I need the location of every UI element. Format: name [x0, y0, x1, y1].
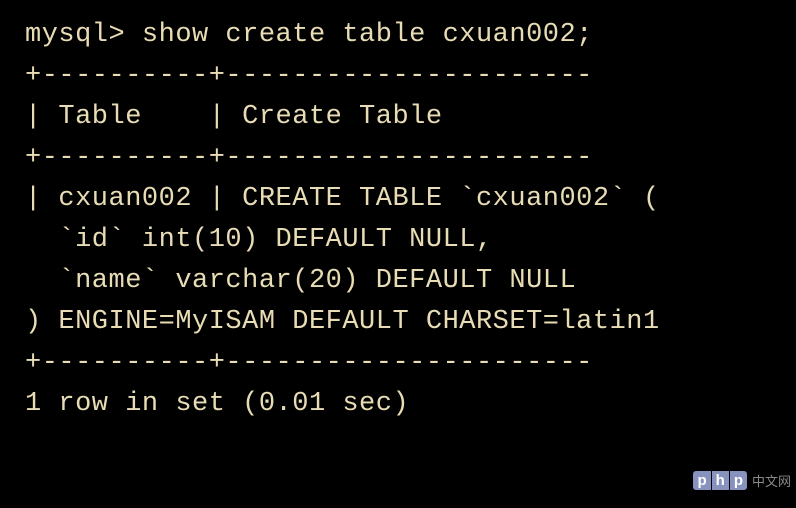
terminal-line: mysql> show create table cxuan002;	[25, 20, 593, 50]
terminal-line: | cxuan002 | CREATE TABLE `cxuan002` (	[25, 184, 660, 214]
terminal-line: 1 row in set (0.01 sec)	[25, 389, 409, 419]
terminal-line: | Table | Create Table	[25, 102, 443, 132]
terminal-output: mysql> show create table cxuan002; +----…	[0, 0, 796, 440]
terminal-line: `name` varchar(20) DEFAULT NULL	[25, 266, 576, 296]
watermark-text: 中文网	[752, 471, 791, 490]
terminal-line: ) ENGINE=MyISAM DEFAULT CHARSET=latin1	[25, 307, 660, 337]
php-logo-icon: php	[693, 471, 747, 490]
terminal-line: +----------+----------------------	[25, 143, 593, 173]
watermark: php 中文网	[693, 471, 791, 490]
terminal-line: `id` int(10) DEFAULT NULL,	[25, 225, 493, 255]
terminal-line: +----------+----------------------	[25, 348, 593, 378]
terminal-line: +----------+----------------------	[25, 61, 593, 91]
